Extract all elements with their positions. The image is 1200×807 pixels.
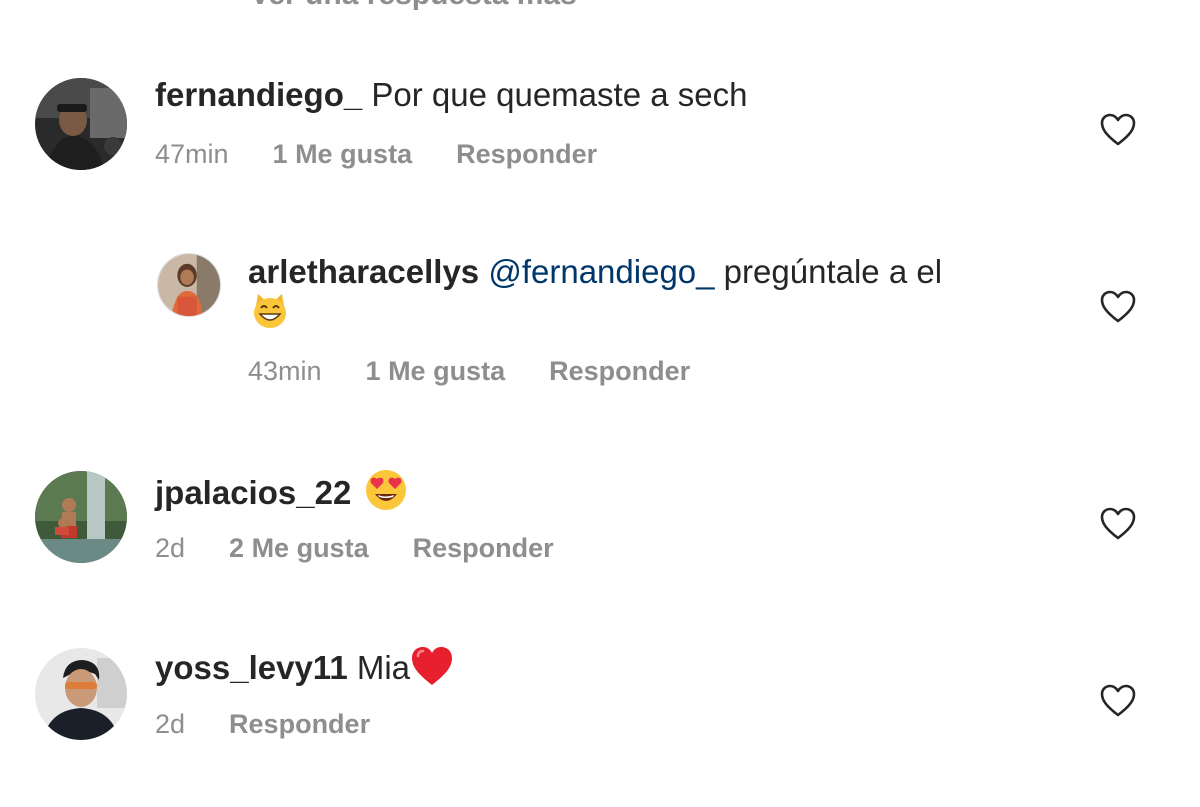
likes-count[interactable]: 1 Me gusta <box>366 355 506 387</box>
comment-body: pregúntale a el <box>714 253 943 290</box>
avatar[interactable] <box>35 471 127 563</box>
comment-body: Mia <box>347 649 411 686</box>
like-heart-icon[interactable] <box>1100 113 1136 147</box>
reply-button[interactable]: Responder <box>456 138 597 170</box>
red-heart-emoji <box>410 645 454 687</box>
reply-button[interactable]: Responder <box>229 708 370 740</box>
comment-text: fernandiego_ Por que quemaste a sech <box>155 75 747 115</box>
comment-meta: 47min 1 Me gusta Responder <box>155 138 641 170</box>
comment-text: arletharacellys @fernandiego_ pregúntale… <box>248 252 942 292</box>
like-heart-icon[interactable] <box>1100 290 1136 324</box>
comment-meta: 2d 2 Me gusta Responder <box>155 532 598 564</box>
like-heart-icon[interactable] <box>1100 684 1136 718</box>
avatar[interactable] <box>35 78 127 170</box>
username-link[interactable]: yoss_levy11 <box>155 649 348 686</box>
likes-count[interactable]: 2 Me gusta <box>229 532 369 564</box>
mention-link[interactable]: @fernandiego_ <box>488 253 714 290</box>
comment-text: yoss_levy11 Mia <box>155 645 454 688</box>
likes-count[interactable]: 1 Me gusta <box>273 138 413 170</box>
avatar[interactable] <box>35 648 127 740</box>
reply-button[interactable]: Responder <box>549 355 690 387</box>
reply-button[interactable]: Responder <box>413 532 554 564</box>
comment-meta: 43min 1 Me gusta Responder <box>248 355 734 387</box>
comment-body: Por que quemaste a sech <box>362 76 748 113</box>
username-link[interactable]: arletharacellys <box>248 253 479 290</box>
comment-text: jpalacios_22 <box>155 468 408 513</box>
avatar[interactable] <box>157 253 221 317</box>
username-link[interactable]: fernandiego_ <box>155 76 362 113</box>
grinning-cat-emoji <box>251 292 289 330</box>
timestamp: 2d <box>155 709 186 739</box>
timestamp: 43min <box>248 356 322 386</box>
comment-meta: 2d Responder <box>155 708 414 740</box>
timestamp: 2d <box>155 533 186 563</box>
like-heart-icon[interactable] <box>1100 507 1136 541</box>
heart-eyes-emoji <box>364 468 408 512</box>
view-replies-link[interactable]: Ver una respuesta más <box>250 0 577 12</box>
timestamp: 47min <box>155 139 229 169</box>
comment-body <box>351 474 360 511</box>
username-link[interactable]: jpalacios_22 <box>155 474 351 511</box>
